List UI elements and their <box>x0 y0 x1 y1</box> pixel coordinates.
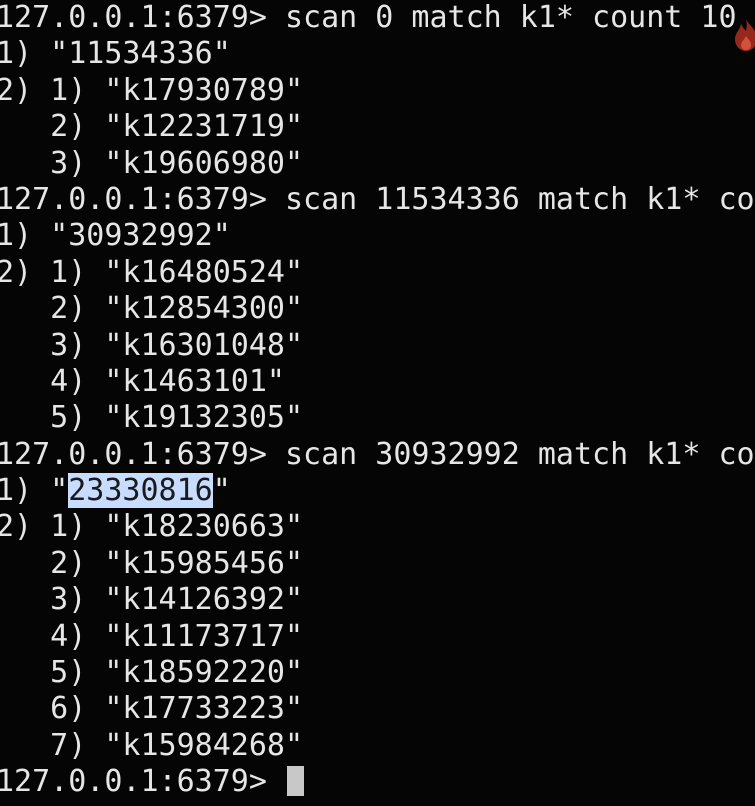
selected-text[interactable]: 23330816 <box>68 473 213 509</box>
terminal-line-with-selection: 1) "23330816" <box>0 473 755 509</box>
prompt-line[interactable]: 127.0.0.1:6379> <box>0 764 755 800</box>
terminal-output: 127.0.0.1:6379> scan 0 match k1* count 1… <box>0 0 755 801</box>
terminal-line: 4) "k1463101" <box>0 363 285 399</box>
terminal-window[interactable]: 127.0.0.1:6379> scan 0 match k1* count 1… <box>0 0 755 806</box>
terminal-line: 1) "30932992" <box>0 218 231 254</box>
terminal-line: 2) 1) "k18230663" <box>0 509 304 545</box>
terminal-line: 4) "k11173717" <box>0 618 304 654</box>
terminal-line: 7) "k15984268" <box>0 727 304 763</box>
terminal-line: 3) "k16301048" <box>0 327 304 363</box>
terminal-line: 1) "11534336" <box>0 36 231 72</box>
terminal-line: 3) "k19606980" <box>0 145 304 181</box>
terminal-line: 5) "k18592220" <box>0 655 304 691</box>
terminal-line: 127.0.0.1:6379> scan 11534336 match k1* … <box>0 181 755 217</box>
terminal-line: 2) 1) "k16480524" <box>0 254 304 290</box>
line-suffix: " <box>212 473 231 509</box>
terminal-line: 127.0.0.1:6379> scan 30932992 match k1* … <box>0 436 755 472</box>
flame-logo-icon <box>735 19 755 51</box>
terminal-line: 2) 1) "k17930789" <box>0 72 304 108</box>
shell-prompt: 127.0.0.1:6379> <box>0 764 285 800</box>
line-prefix: 1) " <box>0 473 69 509</box>
terminal-line: 5) "k19132305" <box>0 400 304 436</box>
terminal-line: 6) "k17733223" <box>0 691 304 727</box>
terminal-line: 2) "k15985456" <box>0 545 304 581</box>
terminal-line: 127.0.0.1:6379> scan 0 match k1* count 1… <box>0 0 737 35</box>
text-cursor <box>286 766 304 797</box>
terminal-line: 3) "k14126392" <box>0 582 304 618</box>
terminal-line: 2) "k12231719" <box>0 109 304 145</box>
terminal-line: 2) "k12854300" <box>0 291 304 327</box>
